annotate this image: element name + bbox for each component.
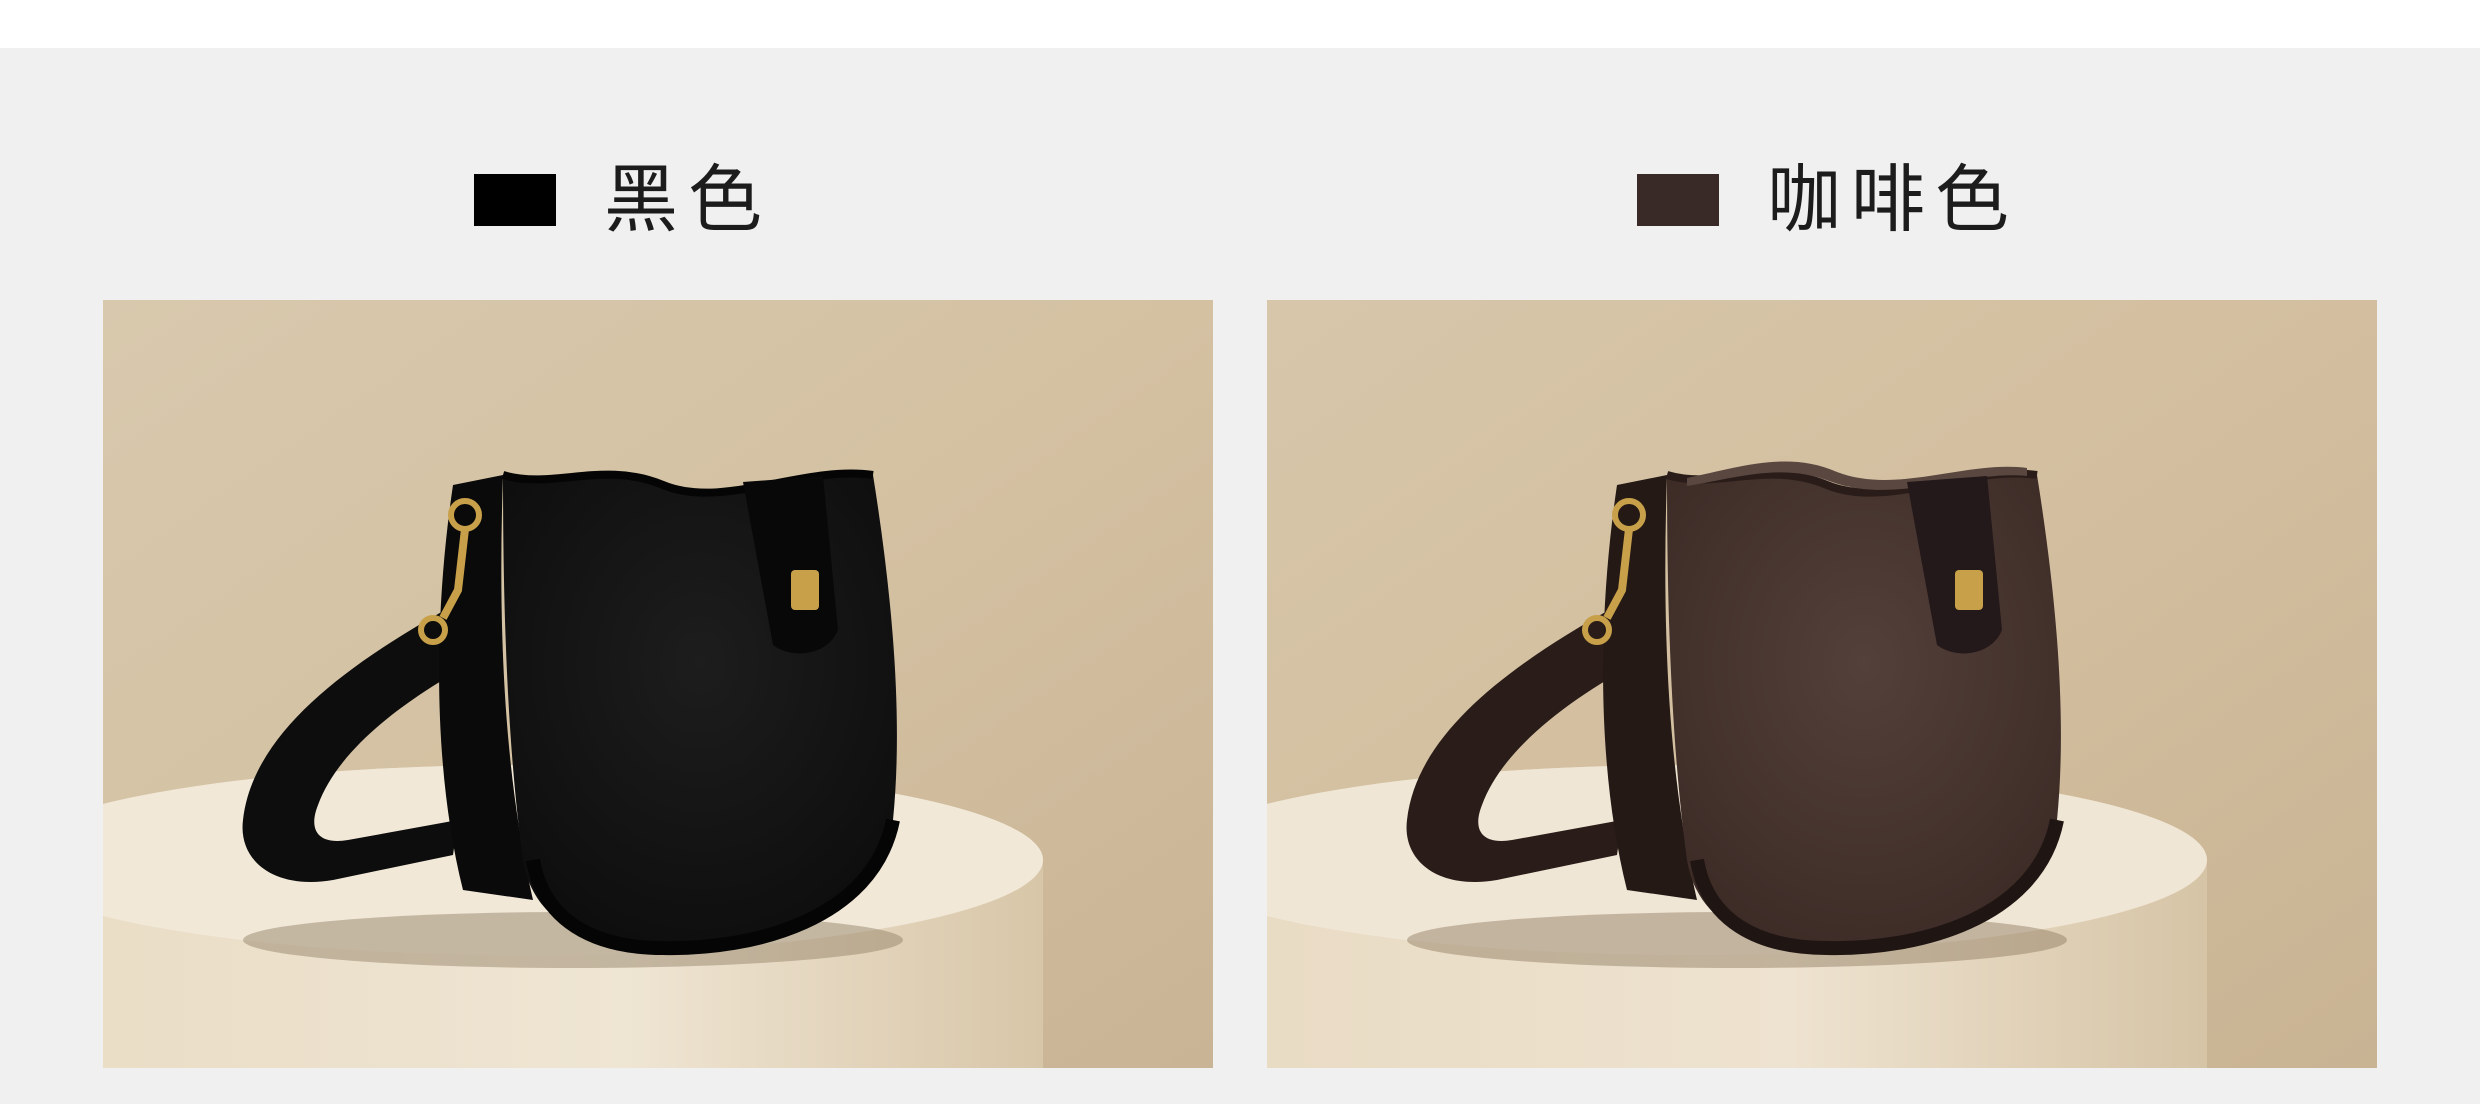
color-swatch-coffee: [1637, 174, 1719, 226]
product-photo-black: [103, 300, 1213, 1068]
product-photo-coffee: [1267, 300, 2377, 1068]
color-label-coffee: 咖啡色: [1767, 157, 2019, 243]
color-label-black: 黑色: [604, 157, 772, 243]
color-option-coffee: 咖啡色: [1637, 150, 2019, 250]
color-swatch-black: [474, 174, 556, 226]
color-option-black: 黑色: [474, 150, 772, 250]
